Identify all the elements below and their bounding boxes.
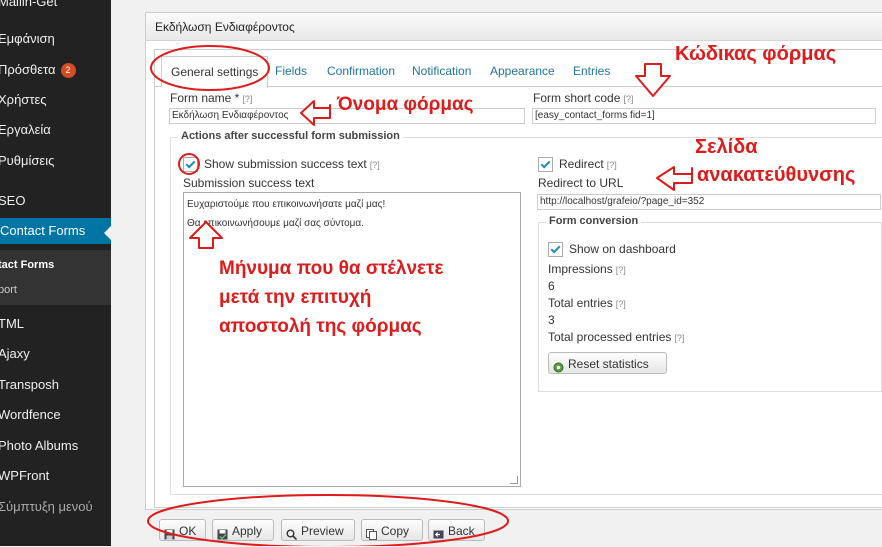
form-code-arrow-icon xyxy=(635,63,671,97)
annotation-message-line1: Μήνυμα που θα στέλνετε xyxy=(219,258,444,279)
form-name-arrow-icon xyxy=(300,100,331,126)
annotation-message-line3: αποστολή της φόρμας xyxy=(219,316,422,337)
general-settings-highlight-ellipse xyxy=(150,45,270,91)
annotation-form-code: Κώδικας φόρμας xyxy=(675,43,837,65)
redirect-arrow-icon xyxy=(656,166,693,191)
checkbox-highlight-ellipse xyxy=(178,153,200,175)
annotation-redirect-line2: ανακατεύθυνσης xyxy=(697,164,856,186)
annotation-form-name: Όνομα φόρμας xyxy=(337,94,474,115)
buttons-highlight-ellipse xyxy=(147,494,509,546)
message-arrow-icon xyxy=(189,221,223,249)
annotation-redirect-line1: Σελίδα xyxy=(695,136,758,158)
annotation-message-line2: μετά την επιτυχή xyxy=(219,287,372,308)
